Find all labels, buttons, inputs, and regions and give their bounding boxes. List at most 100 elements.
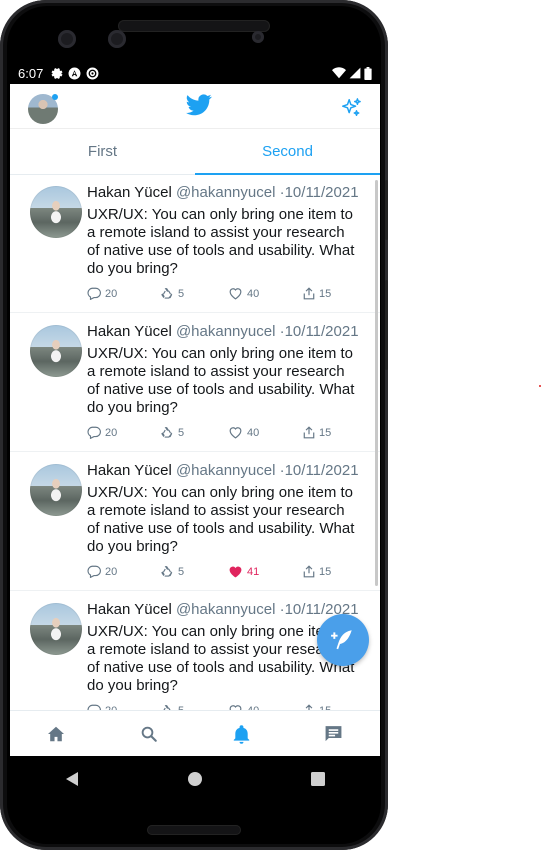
retweet-recycle-icon <box>161 427 173 438</box>
share-icon <box>303 426 315 439</box>
author-handle: @hakannyucel <box>175 323 276 340</box>
system-navigation-bar <box>10 756 380 802</box>
sparkle-icon[interactable] <box>340 97 362 119</box>
status-bar: 6:07 <box>10 62 380 84</box>
front-camera <box>58 30 76 48</box>
a-icon <box>68 67 81 79</box>
bottom-navigation <box>10 710 380 756</box>
reply-count: 20 <box>105 426 118 439</box>
tweet-text: UXR/UX: You can only bring one item to a… <box>87 484 355 555</box>
tweet-actions: 20 5 40 15 <box>87 287 357 301</box>
heart-outline-icon <box>229 427 242 439</box>
signal-icon <box>349 67 361 79</box>
author-handle: @hakannyucel <box>175 184 276 201</box>
home-icon <box>48 726 65 742</box>
at-sign-icon <box>86 67 99 79</box>
nav-home[interactable] <box>10 711 103 756</box>
tweet-actions: 20 5 40 15 <box>87 426 357 440</box>
messages-icon <box>325 726 342 742</box>
share-button[interactable]: 15 <box>303 565 331 578</box>
tweet-header: Hakan Yücel @hakannyucel ·10/11/2021 <box>87 184 359 201</box>
tweet-avatar[interactable] <box>30 325 82 377</box>
tweet-date: ·10/11/2021 <box>279 323 359 340</box>
battery-icon <box>364 66 372 80</box>
tweet-card[interactable]: Hakan Yücel @hakannyucel ·10/11/2021 UXR… <box>10 174 380 313</box>
share-button[interactable]: 15 <box>303 287 331 300</box>
share-count: 15 <box>319 565 332 578</box>
author-name: Hakan Yücel <box>87 184 172 201</box>
share-icon <box>303 287 315 300</box>
retweet-recycle-icon <box>161 566 173 577</box>
author-name: Hakan Yücel <box>87 601 172 618</box>
twitter-bird-icon <box>186 94 212 116</box>
author-name: Hakan Yücel <box>87 462 172 479</box>
tweet-actions: 20 5 41 15 <box>87 565 357 579</box>
reply-count: 20 <box>105 287 118 300</box>
power-button <box>385 280 388 370</box>
reply-button[interactable]: 20 <box>87 426 117 439</box>
back-icon <box>65 772 78 786</box>
author-handle: @hakannyucel <box>175 601 276 618</box>
like-count: 40 <box>247 426 260 439</box>
tweet-text: UXR/UX: You can only bring one item to a… <box>87 623 355 694</box>
volume-button <box>385 180 388 240</box>
author-handle: @hakannyucel <box>175 462 276 479</box>
reply-button[interactable]: 20 <box>87 287 117 300</box>
tab-second[interactable]: Second <box>195 129 380 174</box>
tweet-avatar[interactable] <box>30 603 82 655</box>
reply-count: 20 <box>105 565 118 578</box>
retweet-count: 5 <box>178 566 185 578</box>
system-back-button[interactable] <box>42 759 102 799</box>
app-screen: First Second Hakan Yücel @hakannyucel ·1… <box>10 84 380 756</box>
tweet-card[interactable]: Hakan Yücel @hakannyucel ·10/11/2021 UXR… <box>10 452 380 591</box>
tweet-date: ·10/11/2021 <box>279 462 359 479</box>
system-home-button[interactable] <box>165 759 225 799</box>
front-sensor <box>108 30 126 48</box>
retweet-count: 5 <box>178 288 185 300</box>
status-time: 6:07 <box>18 65 44 81</box>
reply-icon <box>87 565 101 578</box>
heart-outline-icon <box>229 288 242 300</box>
nav-messages[interactable] <box>288 711 381 756</box>
retweet-recycle-icon <box>161 288 173 299</box>
proximity-sensor <box>252 31 264 43</box>
share-button[interactable]: 15 <box>303 426 331 439</box>
stray-red-dot <box>539 385 541 387</box>
tweet-avatar[interactable] <box>30 464 82 516</box>
home-circle-icon <box>187 772 202 786</box>
retweet-button[interactable]: 5 <box>160 426 184 440</box>
feed-scrollbar[interactable] <box>375 180 378 586</box>
author-name: Hakan Yücel <box>87 323 172 340</box>
tweet-header: Hakan Yücel @hakannyucel ·10/11/2021 <box>87 323 359 340</box>
like-button[interactable]: 40 <box>228 426 259 439</box>
tab-first[interactable]: First <box>10 129 195 174</box>
tweet-text: UXR/UX: You can only bring one item to a… <box>87 345 355 416</box>
nav-search[interactable] <box>103 711 196 756</box>
tweet-avatar[interactable] <box>30 186 82 238</box>
nav-notifications[interactable] <box>195 711 288 756</box>
tweet-card[interactable]: Hakan Yücel @hakannyucel ·10/11/2021 UXR… <box>10 313 380 452</box>
recents-square-icon <box>311 772 326 786</box>
like-button[interactable]: 40 <box>228 287 259 300</box>
notification-dot <box>52 94 58 100</box>
like-count: 40 <box>247 287 260 300</box>
heart-filled-icon <box>229 566 242 578</box>
share-count: 15 <box>319 287 332 300</box>
share-count: 15 <box>319 426 332 439</box>
compose-tweet-button[interactable] <box>317 614 369 666</box>
retweet-button[interactable]: 5 <box>160 287 184 301</box>
system-recents-button[interactable] <box>288 759 348 799</box>
retweet-button[interactable]: 5 <box>160 565 184 579</box>
reply-icon <box>87 426 101 439</box>
wifi-icon <box>332 67 346 79</box>
tweet-header: Hakan Yücel @hakannyucel ·10/11/2021 <box>87 462 359 479</box>
gear-icon <box>51 68 63 79</box>
tweet-text: UXR/UX: You can only bring one item to a… <box>87 206 355 277</box>
reply-button[interactable]: 20 <box>87 565 117 578</box>
search-icon <box>141 726 157 742</box>
earpiece-speaker <box>118 20 270 32</box>
like-count: 41 <box>247 565 260 578</box>
compose-feather-icon <box>331 630 352 650</box>
like-button[interactable]: 41 <box>228 565 259 578</box>
tweet-date: ·10/11/2021 <box>279 184 359 201</box>
